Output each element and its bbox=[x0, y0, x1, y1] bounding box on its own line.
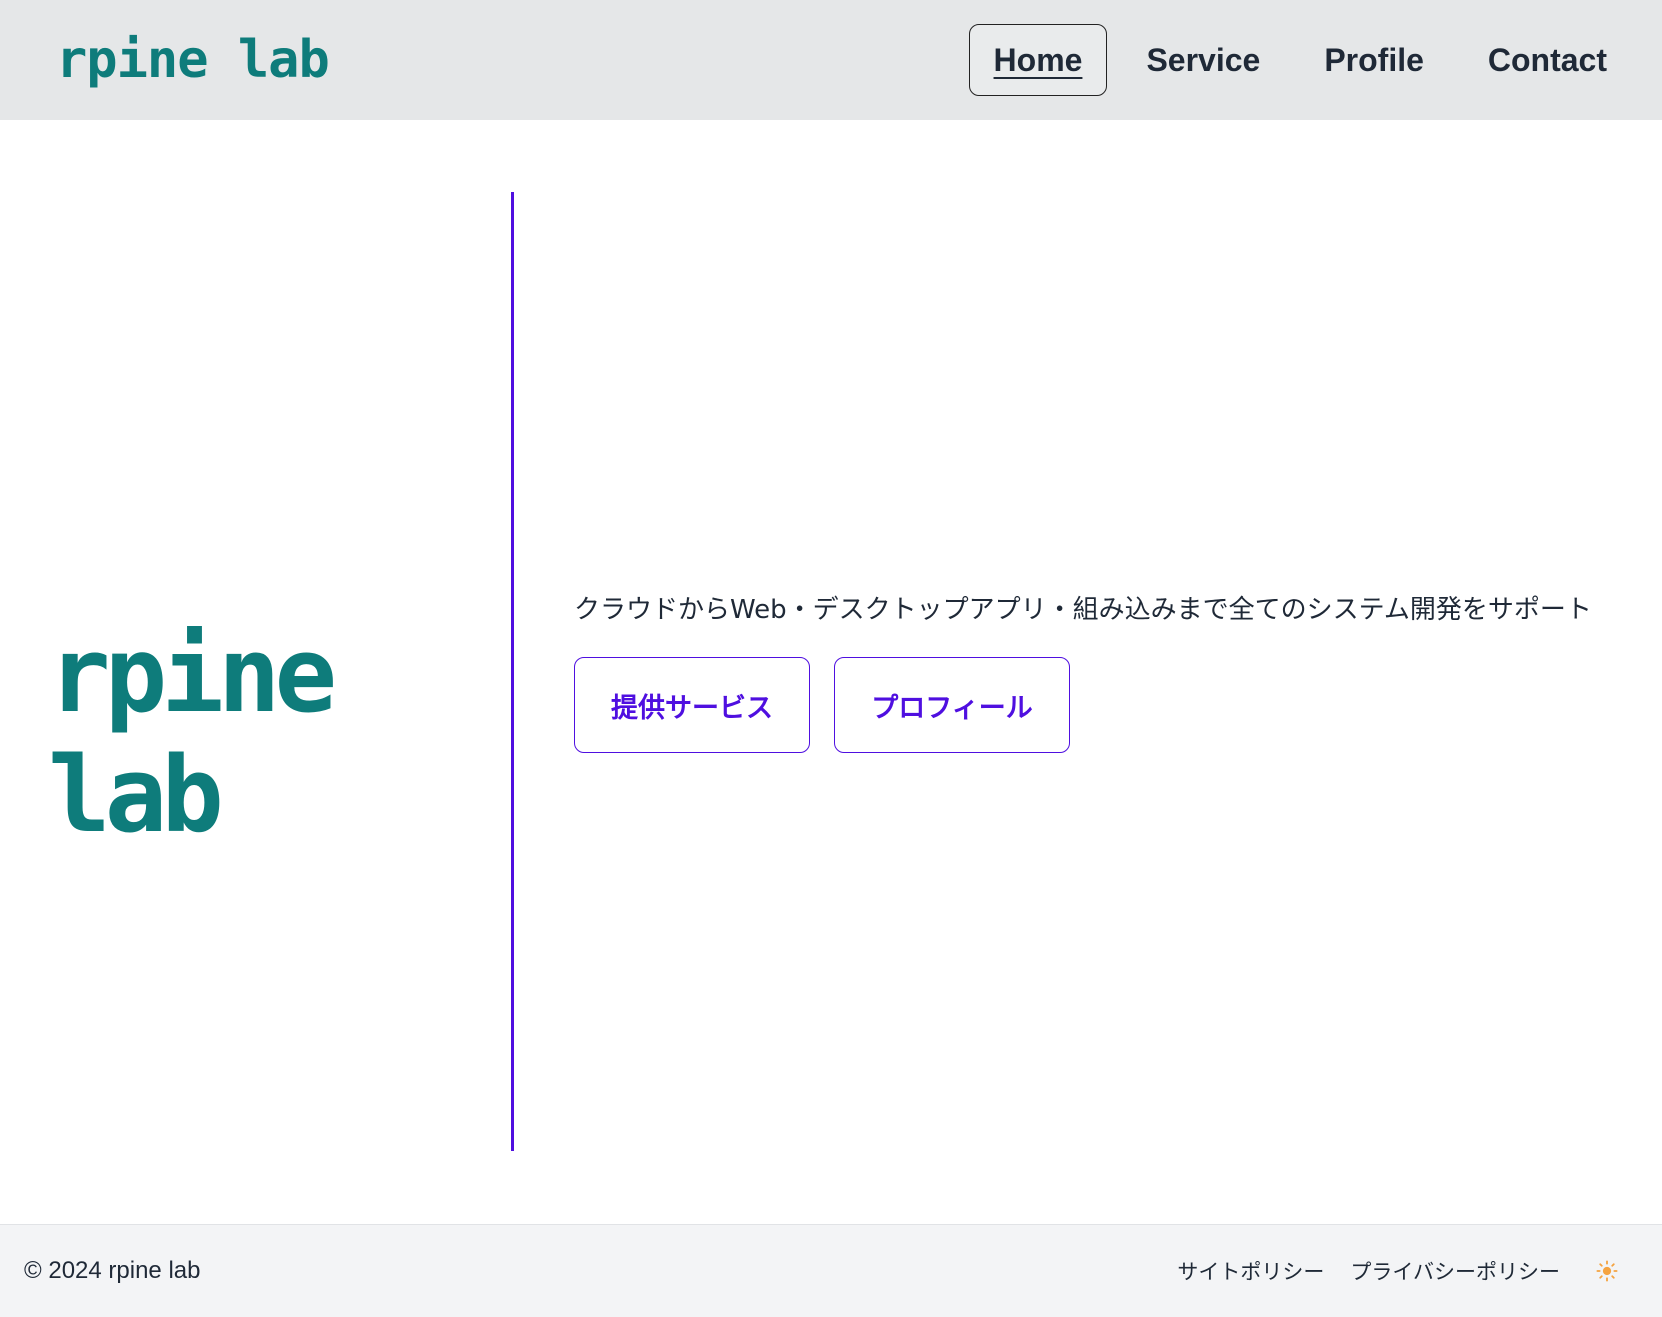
sun-icon bbox=[1596, 1260, 1618, 1282]
nav-profile[interactable]: Profile bbox=[1299, 24, 1449, 96]
nav-home[interactable]: Home bbox=[968, 24, 1108, 96]
hero-tagline: クラウドからWeb・デスクトップアプリ・組み込みまで全てのシステム開発をサポート bbox=[574, 595, 1592, 625]
services-button[interactable]: 提供サービス bbox=[574, 657, 810, 753]
site-footer: © 2024 rpine lab サイトポリシー プライバシーポリシー bbox=[0, 1224, 1662, 1317]
nav-contact[interactable]: Contact bbox=[1463, 24, 1632, 96]
main-nav: Home Service Profile Contact bbox=[955, 24, 1632, 96]
site-header: rpine lab Home Service Profile Contact bbox=[0, 0, 1662, 120]
profile-button[interactable]: プロフィール bbox=[834, 657, 1070, 753]
hero-logo: rpine lab bbox=[48, 614, 337, 856]
privacy-policy-link[interactable]: プライバシーポリシー bbox=[1350, 1256, 1560, 1286]
theme-toggle-button[interactable] bbox=[1592, 1256, 1622, 1286]
copyright-text: © 2024 rpine lab bbox=[24, 1257, 201, 1284]
nav-service[interactable]: Service bbox=[1121, 24, 1285, 96]
site-policy-link[interactable]: サイトポリシー bbox=[1177, 1256, 1324, 1286]
vertical-divider bbox=[511, 192, 514, 1151]
footer-links: サイトポリシー プライバシーポリシー bbox=[1151, 1253, 1622, 1289]
brand-logo-link[interactable]: rpine lab bbox=[56, 28, 330, 92]
